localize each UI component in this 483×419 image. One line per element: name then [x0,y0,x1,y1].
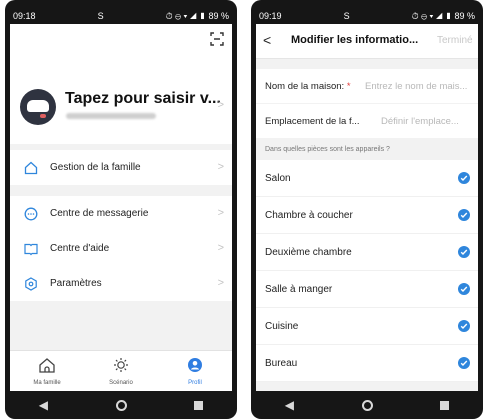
checkmark-icon[interactable] [458,209,470,221]
phone-left: 09:18 S ⏱ ⊖ ▾ ◢ ▮ 89 % Tapez pour saisir… [5,0,237,419]
room-name: Salon [265,172,291,184]
home-circle-icon[interactable] [361,399,373,411]
list-item[interactable]: Salon [256,160,478,197]
menu-item-label: Centre de messagerie [50,208,149,219]
list-item[interactable]: Salle à manger [256,271,478,308]
menu-group-other: Centre de messagerie > Centre d'aide > P… [10,196,232,301]
page-title: Modifier les informatio... [291,34,419,46]
status-time: 09:18 [13,11,36,21]
home-icon [38,357,56,378]
bottom-tab-bar: Ma famille Scénario Profil [10,350,232,391]
android-nav-bar: ◀ [5,391,237,419]
phone-right: 09:19 S ⏱ ⊖ ▾ ◢ ▮ 89 % < Modifier les in… [251,0,483,419]
message-icon [24,207,38,221]
recent-apps-icon[interactable] [194,400,204,410]
tab-profile[interactable]: Profil [158,351,232,391]
chevron-right-icon: > [217,161,224,173]
avatar[interactable] [20,89,56,125]
profile-icon [186,357,204,378]
tab-label: Scénario [109,379,133,386]
room-name: Bureau [265,357,298,369]
sun-icon [112,357,130,378]
field-label: Emplacement de la f... [265,115,360,127]
chevron-right-icon: > [217,242,224,254]
menu-item-help[interactable]: Centre d'aide > [10,231,232,266]
menu-item-label: Paramètres [50,278,102,289]
home-location-field[interactable]: Emplacement de la f... Définir l'emplace… [256,104,478,138]
settings-icon [24,276,38,291]
home-outline-icon [24,161,38,175]
menu-item-label: Centre d'aide [50,243,110,254]
room-name: Salle à manger [265,283,333,295]
menu-group-family: Gestion de la famille > [10,150,232,185]
rooms-list: Salon Chambre à coucher Deuxième chambre… [256,160,478,382]
robot-face-icon [27,100,49,112]
profile-email-blurred [66,113,156,119]
checkmark-icon[interactable] [458,246,470,258]
scan-icon[interactable] [210,32,224,51]
menu-item-family[interactable]: Gestion de la famille > [10,150,232,185]
profile-card[interactable]: Tapez pour saisir v... > [10,54,232,144]
list-item[interactable]: Chambre à coucher [256,197,478,234]
tab-label: Profil [188,379,202,386]
edit-home-screen: 09:19 S ⏱ ⊖ ▾ ◢ ▮ 89 % < Modifier les in… [256,8,478,391]
home-circle-icon[interactable] [115,399,127,411]
room-name: Chambre à coucher [265,209,353,221]
book-icon [24,242,38,256]
back-button[interactable]: < [263,32,271,48]
menu-item-settings[interactable]: Paramètres > [10,266,232,301]
chevron-right-icon: > [217,277,224,289]
required-asterisk: * [346,80,351,92]
tab-scenario[interactable]: Scénario [84,351,158,391]
home-name-input[interactable]: Entrez le nom de mais... [365,81,475,92]
app-notification-icon: S [343,11,350,21]
recent-apps-icon[interactable] [440,400,450,410]
back-triangle-icon[interactable]: ◀ [39,398,48,412]
list-item[interactable]: Cuisine [256,308,478,345]
status-icons: ⏱ ⊖ ▾ ◢ ▮ 89 % [165,10,229,21]
android-nav-bar: ◀ [251,391,483,419]
field-label-text: Nom de la maison: [265,80,345,92]
room-name: Deuxième chambre [265,246,352,258]
avatar-badge [40,114,46,118]
tab-home[interactable]: Ma famille [10,351,84,391]
tab-label: Ma famille [33,379,61,386]
menu-item-label: Gestion de la famille [50,162,141,173]
header: < Modifier les informatio... Terminé [256,24,478,59]
room-name: Cuisine [265,320,299,332]
list-item[interactable]: Deuxième chambre [256,234,478,271]
status-bar: 09:18 S ⏱ ⊖ ▾ ◢ ▮ 89 % [10,8,232,24]
profile-screen: 09:18 S ⏱ ⊖ ▾ ◢ ▮ 89 % Tapez pour saisir… [10,8,232,391]
chevron-right-icon: > [217,207,224,219]
app-notification-icon: S [97,11,104,21]
list-item[interactable]: Bureau [256,345,478,382]
checkmark-icon[interactable] [458,283,470,295]
field-label: Nom de la maison: * [265,81,365,92]
status-bar: 09:19 S ⏱ ⊖ ▾ ◢ ▮ 89 % [256,8,478,24]
profile-name: Tapez pour saisir v... [65,90,221,107]
checkmark-icon[interactable] [458,320,470,332]
status-time: 09:19 [259,11,282,21]
menu-item-messages[interactable]: Centre de messagerie > [10,196,232,231]
status-icons: ⏱ ⊖ ▾ ◢ ▮ 89 % [411,10,475,21]
top-bar [10,24,232,54]
checkmark-icon[interactable] [458,172,470,184]
home-location-input[interactable]: Définir l'emplace... [381,116,467,127]
chevron-right-icon: > [217,99,224,111]
rooms-section-label: Dans quelles pièces sont les appareils ? [265,146,390,153]
checkmark-icon[interactable] [458,357,470,369]
home-name-field[interactable]: Nom de la maison: * Entrez le nom de mai… [256,69,478,103]
back-triangle-icon[interactable]: ◀ [285,398,294,412]
done-button[interactable]: Terminé [437,35,477,46]
